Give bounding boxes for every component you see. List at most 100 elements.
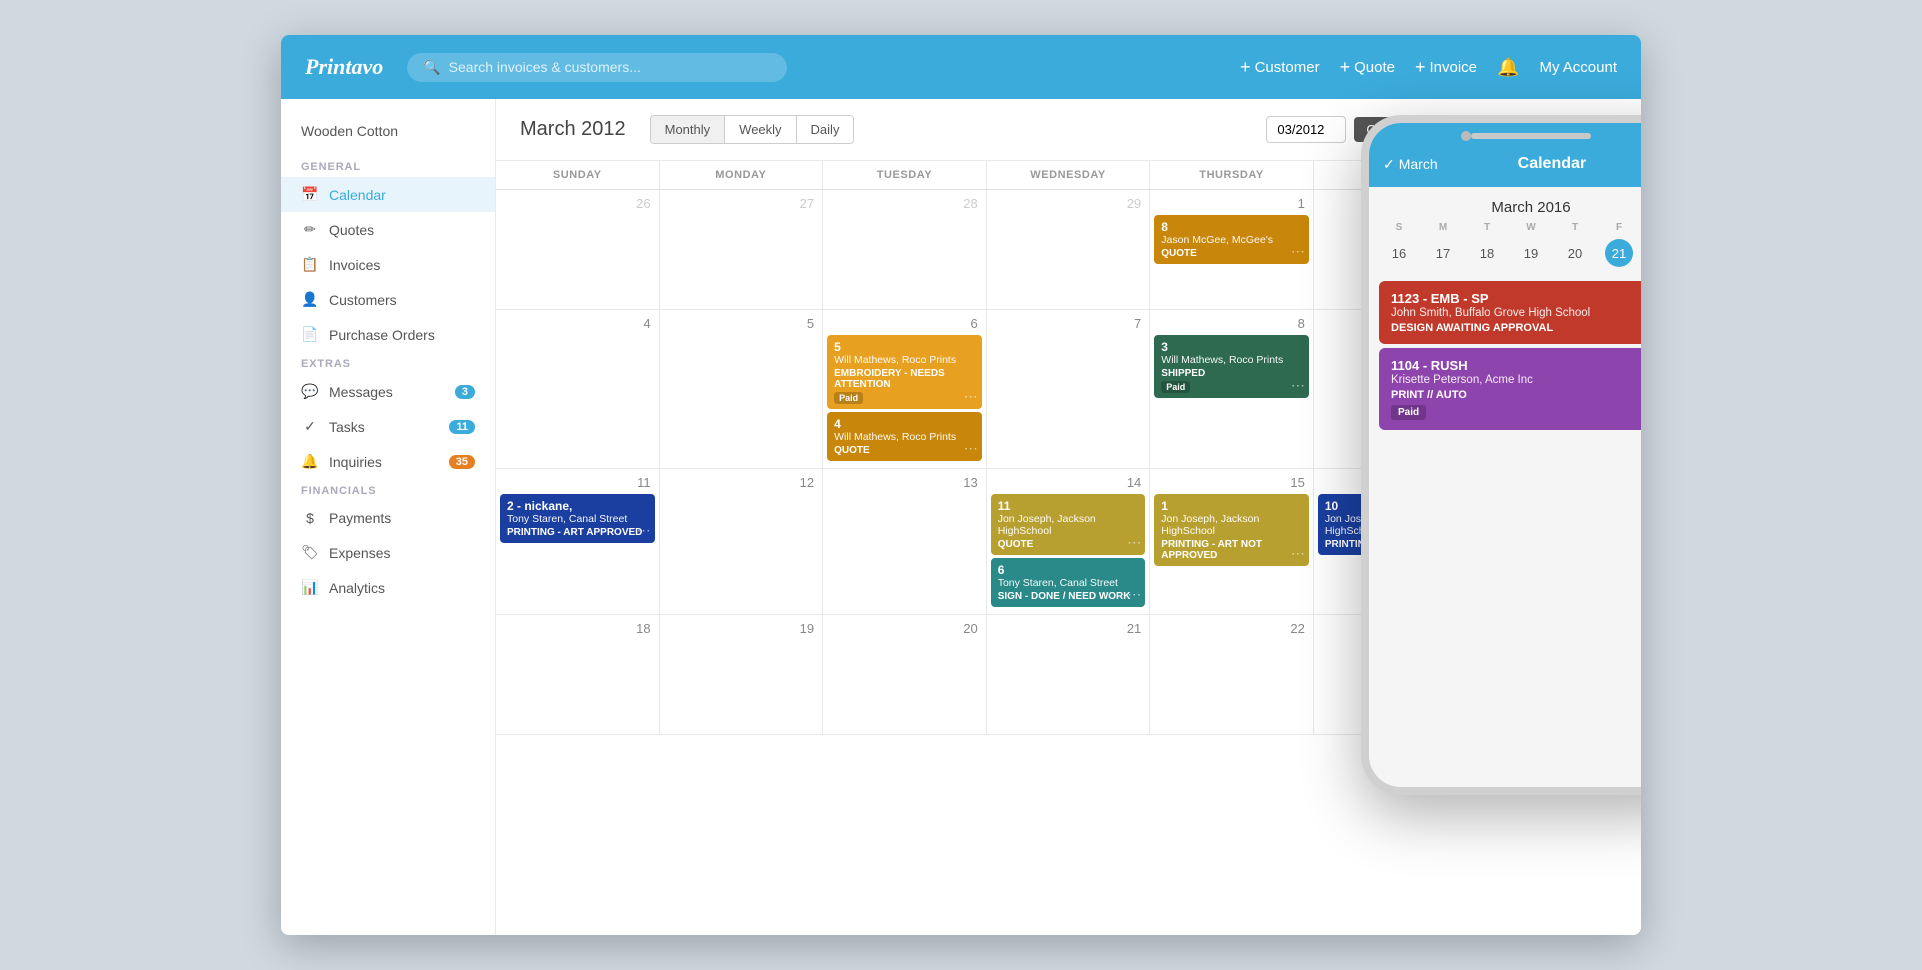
quotes-icon: ✏ — [301, 221, 319, 238]
sidebar-item-analytics[interactable]: 📊 Analytics — [281, 570, 495, 605]
phone-day-cell[interactable]: 17 — [1429, 239, 1457, 267]
day-header-tue: TUESDAY — [823, 161, 987, 189]
sidebar-item-inquiries[interactable]: 🔔 Inquiries 35 — [281, 444, 495, 479]
view-toggle: Monthly Weekly Daily — [650, 115, 855, 144]
chevron-left-icon: ✓ — [1383, 156, 1395, 173]
phone-week-header: S M T W T F S — [1369, 222, 1641, 233]
sidebar-item-invoices[interactable]: 📋 Invoices — [281, 247, 495, 282]
day-header-mon: MONDAY — [660, 161, 824, 189]
app-logo: Printavo — [305, 54, 383, 80]
invoices-icon: 📋 — [301, 256, 319, 273]
cal-cell: 11 2 - nickane, Tony Staren, Canal Stree… — [496, 469, 660, 615]
tasks-icon: ✓ — [301, 418, 319, 435]
sidebar-section-general: GENERAL — [281, 155, 495, 177]
sidebar-item-messages[interactable]: 💬 Messages 3 — [281, 374, 495, 409]
phone-week-day: T — [1465, 222, 1509, 233]
payments-icon: $ — [301, 510, 319, 526]
phone-event[interactable]: 1104 - RUSH Krisette Peterson, Acme Inc … — [1379, 348, 1641, 430]
calendar-title: March 2012 — [520, 118, 626, 141]
sidebar: Wooden Cotton GENERAL 📅 Calendar ✏ Quote… — [281, 99, 496, 935]
cal-event[interactable]: 8 Jason McGee, McGee's QUOTE ⋯ — [1154, 215, 1309, 264]
view-monthly-button[interactable]: Monthly — [651, 116, 726, 143]
sidebar-item-calendar[interactable]: 📅 Calendar — [281, 177, 495, 212]
phone-event-badge: Paid — [1391, 405, 1426, 420]
plus-icon: + — [1340, 57, 1351, 78]
date-input[interactable] — [1266, 116, 1346, 143]
cal-cell: 7 — [987, 310, 1151, 469]
view-daily-button[interactable]: Daily — [797, 116, 854, 143]
analytics-icon: 📊 — [301, 579, 319, 596]
add-quote-button[interactable]: + Quote — [1340, 57, 1395, 78]
purchase-orders-icon: 📄 — [301, 326, 319, 343]
customers-icon: 👤 — [301, 291, 319, 308]
cal-cell: 14 11 Jon Joseph, Jackson HighSchool QUO… — [987, 469, 1151, 615]
sidebar-item-tasks[interactable]: ✓ Tasks 11 — [281, 409, 495, 444]
top-nav: Printavo 🔍 + Customer + Quote + Invoice … — [281, 35, 1641, 99]
phone-event-id: 1123 - EMB - SP — [1391, 291, 1641, 306]
notifications-icon[interactable]: 🔔 — [1497, 57, 1519, 78]
phone-events: 1123 - EMB - SP John Smith, Buffalo Grov… — [1369, 269, 1641, 787]
phone-day-cell-today[interactable]: 21 — [1605, 239, 1633, 267]
cal-cell: 13 — [823, 469, 987, 615]
cal-event[interactable]: 1 Jon Joseph, Jackson HighSchool PRINTIN… — [1154, 494, 1309, 566]
cal-event[interactable]: 4 Will Mathews, Roco Prints QUOTE ⋯ — [827, 412, 982, 461]
phone-week-day: M — [1421, 222, 1465, 233]
plus-icon: + — [1240, 57, 1251, 78]
phone-notch — [1471, 133, 1591, 139]
sidebar-item-customers[interactable]: 👤 Customers — [281, 282, 495, 317]
cal-cell: 28 — [823, 190, 987, 310]
cal-cell: 18 — [496, 615, 660, 735]
phone-week-day: S — [1377, 222, 1421, 233]
inquiries-icon: 🔔 — [301, 453, 319, 470]
cal-event[interactable]: 6 Tony Staren, Canal Street SIGN - DONE … — [991, 558, 1146, 607]
phone-title: Calendar — [1446, 155, 1641, 173]
phone-event-name: Krisette Peterson, Acme Inc — [1391, 374, 1641, 386]
phone-back-button[interactable]: ✓ March — [1383, 156, 1438, 173]
sidebar-section-financials: FINANCIALS — [281, 479, 495, 501]
sidebar-item-quotes[interactable]: ✏ Quotes — [281, 212, 495, 247]
cal-cell: 12 — [660, 469, 824, 615]
phone-day-cell[interactable]: 19 — [1517, 239, 1545, 267]
tasks-badge: 11 — [449, 420, 475, 434]
phone-day-cell[interactable]: 20 — [1561, 239, 1589, 267]
phone-week-row: 16 17 18 19 20 21 22 — [1369, 237, 1641, 269]
cal-cell: 8 3 Will Mathews, Roco Prints SHIPPED Pa… — [1150, 310, 1314, 469]
search-input[interactable] — [449, 59, 772, 75]
cal-event[interactable]: 2 - nickane, Tony Staren, Canal Street P… — [500, 494, 655, 543]
phone-event-status: PRINT // AUTO — [1391, 389, 1641, 401]
sidebar-item-expenses[interactable]: 🏷 Expenses — [281, 535, 495, 570]
cal-event[interactable]: 5 Will Mathews, Roco Prints EMBROIDERY -… — [827, 335, 982, 409]
day-header-sun: SUNDAY — [496, 161, 660, 189]
my-account-button[interactable]: My Account — [1539, 59, 1617, 76]
sidebar-section-extras: EXTRAS — [281, 352, 495, 374]
phone-day-cell[interactable]: 16 — [1385, 239, 1413, 267]
app-window: Printavo 🔍 + Customer + Quote + Invoice … — [281, 35, 1641, 935]
cal-cell: 21 — [987, 615, 1151, 735]
phone-week-day: W — [1509, 222, 1553, 233]
day-header-thu: THURSDAY — [1150, 161, 1314, 189]
phone-day-cell[interactable]: 18 — [1473, 239, 1501, 267]
day-header-wed: WEDNESDAY — [987, 161, 1151, 189]
search-bar[interactable]: 🔍 — [407, 53, 787, 82]
company-name: Wooden Cotton — [281, 115, 495, 155]
cal-cell: 19 — [660, 615, 824, 735]
phone-event[interactable]: 1123 - EMB - SP John Smith, Buffalo Grov… — [1379, 281, 1641, 344]
sidebar-item-purchase-orders[interactable]: 📄 Purchase Orders — [281, 317, 495, 352]
phone-event-name: John Smith, Buffalo Grove High School — [1391, 307, 1641, 319]
view-weekly-button[interactable]: Weekly — [725, 116, 796, 143]
phone-outer: ✓ March Calendar + March 2016 S M T W T … — [1361, 115, 1641, 795]
phone-mockup: ✓ March Calendar + March 2016 S M T W T … — [1361, 115, 1641, 795]
search-icon: 🔍 — [423, 59, 440, 76]
cal-cell: 22 — [1150, 615, 1314, 735]
inquiries-badge: 35 — [449, 455, 475, 469]
cal-event[interactable]: 3 Will Mathews, Roco Prints SHIPPED Paid… — [1154, 335, 1309, 398]
cal-cell: 29 — [987, 190, 1151, 310]
cal-cell: 26 — [496, 190, 660, 310]
cal-event[interactable]: 11 Jon Joseph, Jackson HighSchool QUOTE … — [991, 494, 1146, 555]
add-invoice-button[interactable]: + Invoice — [1415, 57, 1477, 78]
sidebar-item-payments[interactable]: $ Payments — [281, 501, 495, 535]
cal-cell: 27 — [660, 190, 824, 310]
add-customer-button[interactable]: + Customer — [1240, 57, 1320, 78]
plus-icon: + — [1415, 57, 1426, 78]
cal-cell: 5 — [660, 310, 824, 469]
